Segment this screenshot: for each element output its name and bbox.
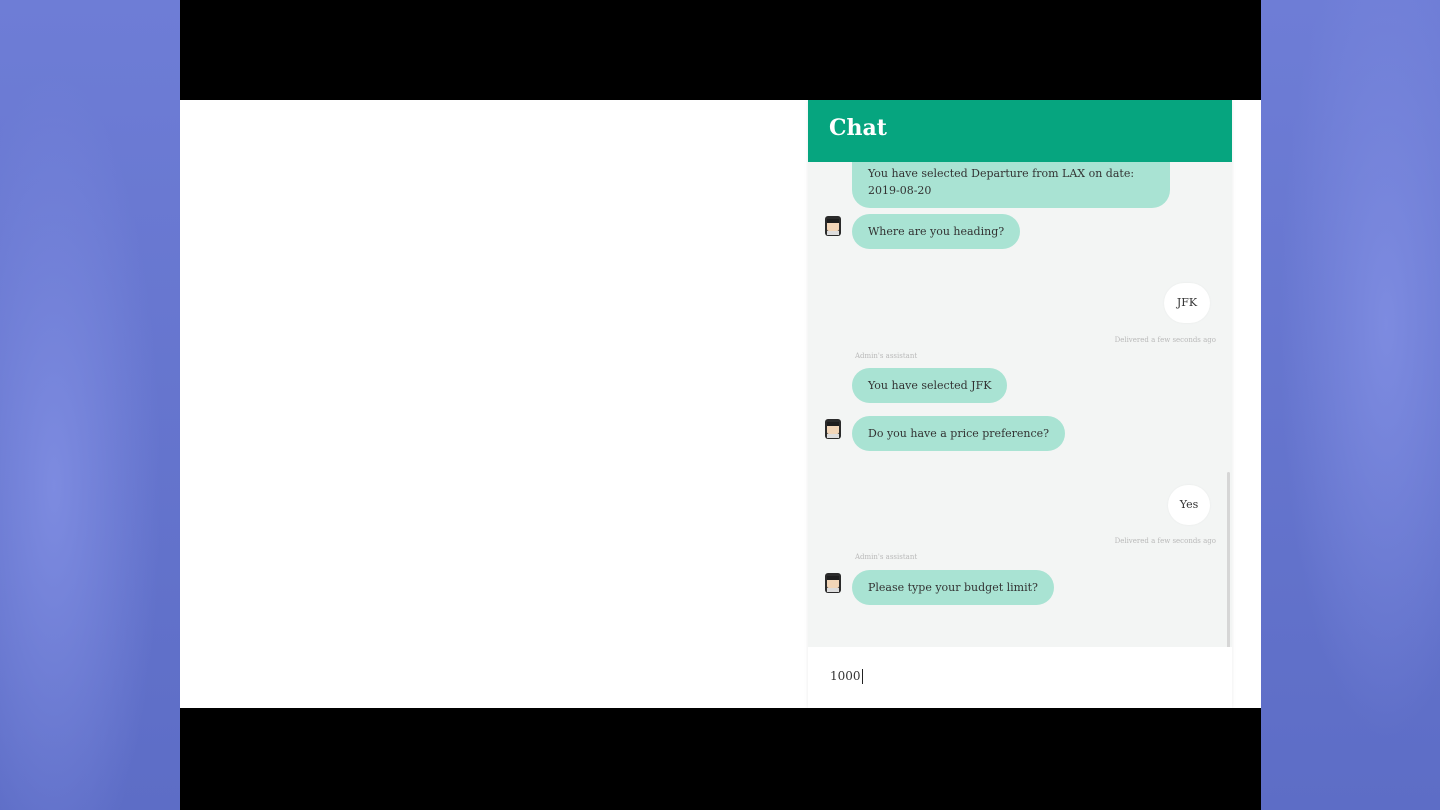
message-text: You have selected Departure from LAX on …: [868, 167, 1135, 197]
robot-avatar-icon: [825, 573, 841, 593]
chat-title: Chat: [829, 115, 887, 141]
app-screen: Chat You have selected Departure from LA…: [180, 100, 1261, 708]
message-text: Yes: [1179, 498, 1199, 511]
video-frame: Chat You have selected Departure from LA…: [180, 0, 1261, 810]
message-text: Where are you heading?: [868, 225, 1005, 238]
chat-widget: Chat You have selected Departure from LA…: [808, 100, 1232, 708]
message-text: You have selected JFK: [868, 379, 992, 392]
sender-name: Admin's assistant: [855, 352, 918, 360]
sender-name: Admin's assistant: [855, 553, 918, 561]
message-input[interactable]: 1000: [808, 647, 1232, 708]
bot-message: Where are you heading?: [852, 214, 1021, 249]
message-text: Do you have a price preference?: [868, 427, 1050, 440]
chat-header: Chat: [808, 100, 1232, 162]
robot-avatar-icon: [825, 216, 841, 236]
message-input-value: 1000: [830, 669, 861, 683]
bot-message: You have selected JFK: [852, 368, 1008, 403]
background-left: [0, 0, 180, 810]
delivery-status: Delivered a few seconds ago: [1114, 537, 1216, 545]
message-text: Please type your budget limit?: [868, 581, 1038, 594]
text-caret: [861, 669, 863, 684]
robot-avatar-icon: [825, 419, 841, 439]
message-text: JFK: [1176, 296, 1198, 309]
chat-scrollbar[interactable]: [1227, 472, 1230, 647]
bot-message: Do you have a price preference?: [852, 416, 1066, 451]
delivery-status: Delivered a few seconds ago: [1114, 336, 1216, 344]
user-message: JFK: [1164, 283, 1210, 323]
user-message: Yes: [1168, 485, 1210, 525]
bot-message: Please type your budget limit?: [852, 570, 1054, 605]
background-right: [1261, 0, 1440, 810]
chat-messages[interactable]: You have selected Departure from LAX on …: [808, 162, 1232, 647]
bot-message: You have selected Departure from LAX on …: [852, 162, 1170, 208]
